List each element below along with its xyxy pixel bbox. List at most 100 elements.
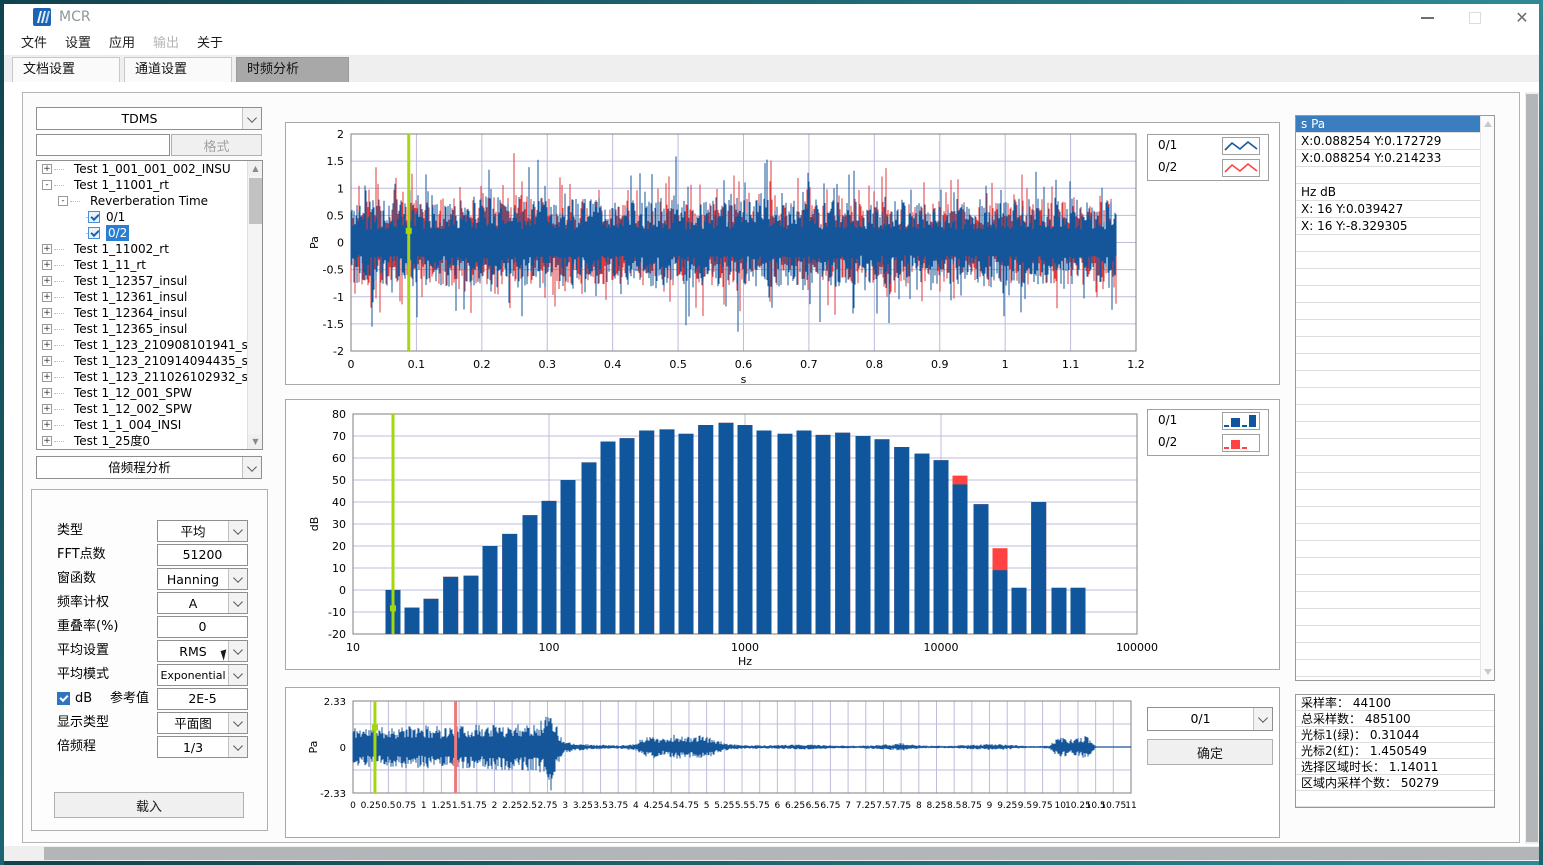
tree-item[interactable]: +Test 1_123_211026102932_spw xyxy=(37,369,262,385)
vertical-scroll-thumb[interactable] xyxy=(1526,94,1538,842)
collapse-icon[interactable]: - xyxy=(58,196,68,206)
param-select-arrow[interactable] xyxy=(228,665,247,685)
analysis-type-combo[interactable]: 倍频程分析 xyxy=(36,456,262,479)
readout-row[interactable] xyxy=(1296,235,1494,252)
readout-scrollbar[interactable] xyxy=(1480,116,1494,680)
tree-scrollbar[interactable]: ▲ ▼ xyxy=(247,161,262,449)
tree-item-label[interactable]: Test 1_001_001_002_INSU xyxy=(74,161,231,177)
tree-item[interactable]: + Test 1_25度0 xyxy=(37,433,262,449)
tree-checkbox-checked[interactable] xyxy=(88,211,100,223)
tree-item-label[interactable]: Test 1_123_210914094435_spw xyxy=(74,353,263,369)
confirm-button[interactable]: 确定 xyxy=(1147,739,1273,765)
menu-item-4[interactable]: 输出 xyxy=(144,31,188,56)
readout-row[interactable] xyxy=(1296,252,1494,269)
param-select-7[interactable]: Exponential xyxy=(157,664,248,686)
param-select-arrow[interactable] xyxy=(228,641,247,661)
tree-item[interactable]: 0/2 xyxy=(37,225,262,241)
readout-row[interactable] xyxy=(1296,660,1494,677)
readout-row[interactable] xyxy=(1296,524,1494,541)
tree-item[interactable]: + Test 1_12365_insul xyxy=(37,321,262,337)
tree-item[interactable]: +Test 1_12_001_SPW xyxy=(37,385,262,401)
close-button[interactable]: ✕ xyxy=(1507,7,1537,29)
tree-item-label[interactable]: Reverberation Time xyxy=(90,193,208,209)
readout-row[interactable] xyxy=(1296,439,1494,456)
expand-icon[interactable]: + xyxy=(42,292,52,302)
tree-item-label[interactable]: Test 1_12365_insul xyxy=(74,321,187,337)
scroll-up-icon[interactable] xyxy=(1484,121,1492,127)
readout-row[interactable] xyxy=(1296,456,1494,473)
channel-select-arrow[interactable] xyxy=(1253,708,1272,730)
expand-icon[interactable]: + xyxy=(42,436,52,446)
readout-row[interactable] xyxy=(1296,167,1494,184)
param-select-arrow[interactable] xyxy=(228,737,247,757)
readout-row[interactable]: s Pa xyxy=(1296,116,1494,133)
readout-row[interactable] xyxy=(1296,371,1494,388)
tree-item[interactable]: 0/1 xyxy=(37,209,262,225)
full-record-plot[interactable]: 2.330-2.3300.250.50.7511.251.51.7522.252… xyxy=(286,688,1281,839)
param-input-8[interactable]: 2E-5 xyxy=(157,688,248,710)
readout-row[interactable] xyxy=(1296,303,1494,320)
tree-item[interactable]: + Test 1_123_210914094435_spw xyxy=(37,353,262,369)
readout-row[interactable] xyxy=(1296,643,1494,660)
tree-item-label[interactable]: Test 1_11001_rt xyxy=(74,177,169,193)
expand-icon[interactable]: + xyxy=(42,356,52,366)
expand-icon[interactable]: + xyxy=(42,164,52,174)
octave-spectrum-plot[interactable]: 80706050403020100-10-2010100100010000100… xyxy=(286,400,1281,671)
readout-row[interactable] xyxy=(1296,405,1494,422)
tree-item[interactable]: + Test 1_123_210908101941_spw xyxy=(37,337,262,353)
readout-row[interactable] xyxy=(1296,473,1494,490)
tree-item[interactable]: + Test 1_12361_insul xyxy=(37,289,262,305)
readout-row[interactable] xyxy=(1296,490,1494,507)
readout-row[interactable] xyxy=(1296,422,1494,439)
tree-checkbox-checked[interactable] xyxy=(88,227,100,239)
db-checkbox-checked[interactable] xyxy=(57,692,70,705)
tree-item-label[interactable]: 0/1 xyxy=(106,209,125,225)
readout-row[interactable] xyxy=(1296,269,1494,286)
tree-item-label[interactable]: Test 1_123_210908101941_spw xyxy=(74,337,263,353)
readout-row[interactable]: X: 16 Y:0.039427 xyxy=(1296,201,1494,218)
menu-item-1[interactable]: 文件 xyxy=(12,31,56,56)
tree-item[interactable]: +Test 1_11002_rt xyxy=(37,241,262,257)
maximize-button[interactable] xyxy=(1460,7,1490,29)
tree-item-label[interactable]: Test 1_12361_insul xyxy=(74,289,187,305)
tree-item-label[interactable]: Test 1_12364_insul xyxy=(74,305,187,321)
analysis-type-combo-arrow[interactable] xyxy=(242,457,261,478)
readout-row[interactable]: Hz dB xyxy=(1296,184,1494,201)
readout-row[interactable] xyxy=(1296,286,1494,303)
param-input-2[interactable]: 51200 xyxy=(157,544,248,566)
tree-item-label[interactable]: Test 1_123_211026102932_spw xyxy=(74,369,263,385)
param-select-arrow[interactable] xyxy=(228,569,247,589)
tree-item-label[interactable]: Test 1_12_002_SPW xyxy=(74,401,192,417)
tree-item[interactable]: + Test 1_001_001_002_INSU xyxy=(37,161,262,177)
horizontal-scrollbar[interactable] xyxy=(4,846,1539,861)
param-input-5[interactable]: 0 xyxy=(157,616,248,638)
readout-row[interactable] xyxy=(1296,388,1494,405)
readout-row[interactable] xyxy=(1296,541,1494,558)
tree-scroll-down-icon[interactable]: ▼ xyxy=(248,434,263,449)
expand-icon[interactable]: + xyxy=(42,276,52,286)
expand-icon[interactable]: + xyxy=(42,420,52,430)
param-select-arrow[interactable] xyxy=(228,521,247,541)
format-button[interactable]: 格式 xyxy=(171,134,262,156)
tree-item[interactable]: -Test 1_11001_rt xyxy=(37,177,262,193)
param-select-10[interactable]: 1/3 xyxy=(157,736,248,758)
time-waveform-plot[interactable]: 21.510.50-0.5-1-1.5-200.10.20.30.40.50.6… xyxy=(286,123,1281,386)
tree-item-label[interactable]: Test 1_11_rt xyxy=(74,257,146,273)
menu-item-3[interactable]: 应用 xyxy=(100,31,144,56)
expand-icon[interactable]: + xyxy=(42,324,52,334)
expand-icon[interactable]: + xyxy=(42,340,52,350)
tree-item-label[interactable]: Test 1_25度0 xyxy=(74,433,150,449)
tree-item[interactable]: - Reverberation Time xyxy=(37,193,262,209)
tree-item[interactable]: +Test 1_12357_insul xyxy=(37,273,262,289)
tree-scroll-thumb[interactable] xyxy=(249,178,262,224)
tab-1[interactable]: 文档设置 xyxy=(12,57,120,82)
tree-item-label[interactable]: 0/2 xyxy=(106,225,129,241)
param-select-3[interactable]: Hanning xyxy=(157,568,248,590)
param-select-arrow[interactable] xyxy=(228,713,247,733)
file-format-combo-arrow[interactable] xyxy=(242,108,261,129)
readout-row[interactable] xyxy=(1296,609,1494,626)
readout-row[interactable]: X:0.088254 Y:0.214233 xyxy=(1296,150,1494,167)
tree-scroll-up-icon[interactable]: ▲ xyxy=(248,161,263,176)
readout-row[interactable] xyxy=(1296,575,1494,592)
minimize-button[interactable] xyxy=(1412,7,1442,29)
